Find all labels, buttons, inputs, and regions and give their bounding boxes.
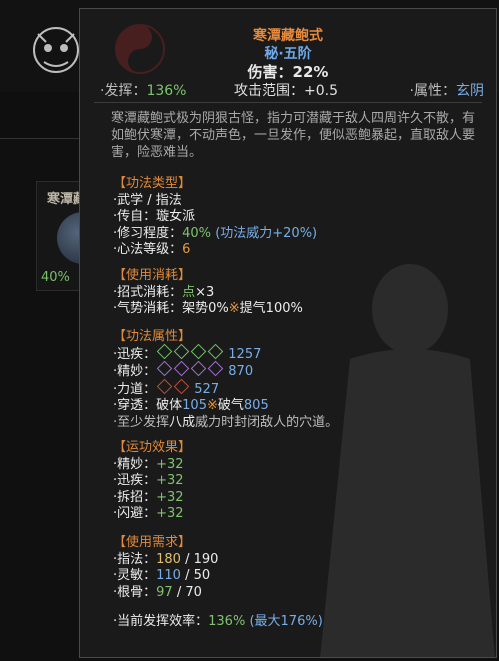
qi-cost-label: ·气势消耗： [113, 301, 183, 316]
pierce-val2: 805 [243, 398, 269, 413]
subtle-value: 870 [228, 364, 254, 379]
effect-value: +32 [156, 473, 184, 488]
effect-label: ·迅疾： [113, 473, 157, 488]
req-current: 110 [156, 568, 181, 583]
speed-label: ·迅疾： [113, 346, 157, 362]
practice-value: 40% [182, 225, 212, 241]
qi-cost-sep: ※ [228, 301, 240, 316]
requirement-item: ·根骨：97 / 70 [113, 585, 218, 602]
req-current: 97 [156, 584, 173, 600]
beast-mask-icon [33, 27, 79, 73]
efficiency: ·当前发挥效率：136% (最大176%) [113, 614, 323, 631]
qi-cost-value2: 提气100% [239, 301, 303, 316]
attack-range: 攻击范围：+0.5 [234, 83, 338, 99]
req-required: 70 [185, 584, 202, 600]
attribute-value: 玄阴 [456, 83, 484, 99]
req-label: ·灵敏： [113, 568, 157, 583]
skill-tooltip: 寒潭藏鲍式 秘·五阶 伤害：22% ·发挥：136% 攻击范围：+0.5 ·属性… [79, 8, 497, 658]
origin-label: ·传自： [113, 209, 157, 224]
pierce-sep: ※ [206, 398, 218, 413]
speed-value: 1257 [228, 346, 262, 362]
effect-item: ·闪避：+32 [113, 506, 191, 523]
effect-label: ·拆招： [113, 489, 157, 505]
power-diamonds-icon [156, 378, 190, 397]
effect-label: ·闪避： [113, 506, 157, 521]
effect-value: +32 [156, 506, 184, 521]
req-label: ·根骨： [113, 584, 157, 600]
exertion: ·发挥：136% [100, 80, 186, 100]
pierce-text2: 破气 [217, 398, 244, 413]
qi-cost-value1: 架势0% [182, 301, 229, 316]
req-label: ·指法： [113, 551, 157, 567]
category: ·武学 / 指法 [113, 192, 182, 208]
effect-value: +32 [156, 489, 184, 505]
mind-value: 6 [182, 242, 191, 257]
section-effects: 【运功效果】 ·精妙：+32 ·迅疾：+32 ·拆招：+32 ·闪避：+32 [113, 440, 191, 523]
req-required: 190 [193, 551, 219, 567]
note-bold: 八成 [169, 414, 196, 430]
mind-label: ·心法等级： [113, 242, 183, 257]
pierce-label: ·穿透： [113, 398, 157, 413]
skill-card-percent: 40% [41, 270, 70, 285]
effect-item: ·迅疾：+32 [113, 473, 191, 490]
section-type: 【功法类型】 ·武学 / 指法 ·传自：璇女派 ·修习程度：40% (功法威力+… [113, 176, 317, 259]
divider [94, 102, 482, 103]
req-current: 180 [156, 551, 181, 567]
section-effects-header: 【运功效果】 [113, 440, 192, 455]
practice-label: ·修习程度： [113, 225, 183, 241]
origin-value: 璇女派 [156, 209, 196, 224]
req-slash: / [180, 551, 194, 567]
speed-diamonds-icon [156, 343, 224, 362]
section-requirements: 【使用需求】 ·指法：180 / 190 ·灵敏：110 / 50 ·根骨：97… [113, 535, 218, 601]
efficiency-value: 136% [208, 614, 246, 629]
req-required: 50 [193, 568, 211, 583]
pierce-text1: 破体 [156, 398, 183, 413]
efficiency-max: (最大176%) [249, 614, 323, 629]
note-suffix: 威力时封闭敌人的穴道。 [195, 414, 339, 430]
practice-bonus: (功法威力+20%) [215, 225, 318, 241]
section-cost: 【使用消耗】 ·招式消耗：点×3 ·气势消耗：架势0%※提气100% [113, 268, 303, 318]
exertion-label: ·发挥： [100, 83, 147, 99]
power-value: 527 [194, 381, 220, 397]
section-requirements-header: 【使用需求】 [113, 535, 192, 550]
effect-item: ·精妙：+32 [113, 457, 191, 474]
note-prefix: ·至少发挥 [113, 414, 170, 430]
power-label: ·力道： [113, 381, 157, 397]
req-slash: / [180, 568, 194, 583]
swordsman-silhouette-icon [320, 264, 495, 657]
move-cost-value: 点 [182, 284, 196, 300]
efficiency-label: ·当前发挥效率： [113, 614, 209, 629]
attribute: ·属性：玄阴 [410, 80, 484, 100]
move-cost-label: ·招式消耗： [113, 284, 183, 300]
requirement-item: ·灵敏：110 / 50 [113, 568, 218, 585]
effect-label: ·精妙： [113, 456, 157, 472]
effect-value: +32 [156, 456, 184, 472]
move-cost-count: ×3 [195, 284, 215, 300]
req-slash: / [172, 584, 186, 600]
subtle-label: ·精妙： [113, 364, 157, 379]
skill-name: 寒潭藏鲍式 [253, 28, 323, 44]
attribute-label: ·属性： [409, 83, 456, 99]
section-props: 【功法属性】 ·迅疾： 1257 ·精妙： 870 ·力道： 527 ·穿透：破… [113, 329, 338, 431]
requirement-item: ·指法：180 / 190 [113, 552, 218, 569]
pierce-val1: 105 [182, 398, 207, 413]
skill-damage: 伤害：22% [247, 63, 329, 81]
section-props-header: 【功法属性】 [113, 329, 192, 344]
skill-rank: 秘·五阶 [264, 46, 312, 62]
subtle-diamonds-icon [156, 360, 224, 379]
exertion-value: 136% [146, 83, 187, 99]
section-cost-header: 【使用消耗】 [113, 268, 192, 283]
skill-description: 寒潭藏鲍式极为阴狠古怪，指力可潜藏于敌人四周许久不散，有如鲍伏寒潭，不动声色，一… [111, 111, 476, 160]
effect-item: ·拆招：+32 [113, 490, 191, 507]
section-type-header: 【功法类型】 [113, 176, 192, 191]
